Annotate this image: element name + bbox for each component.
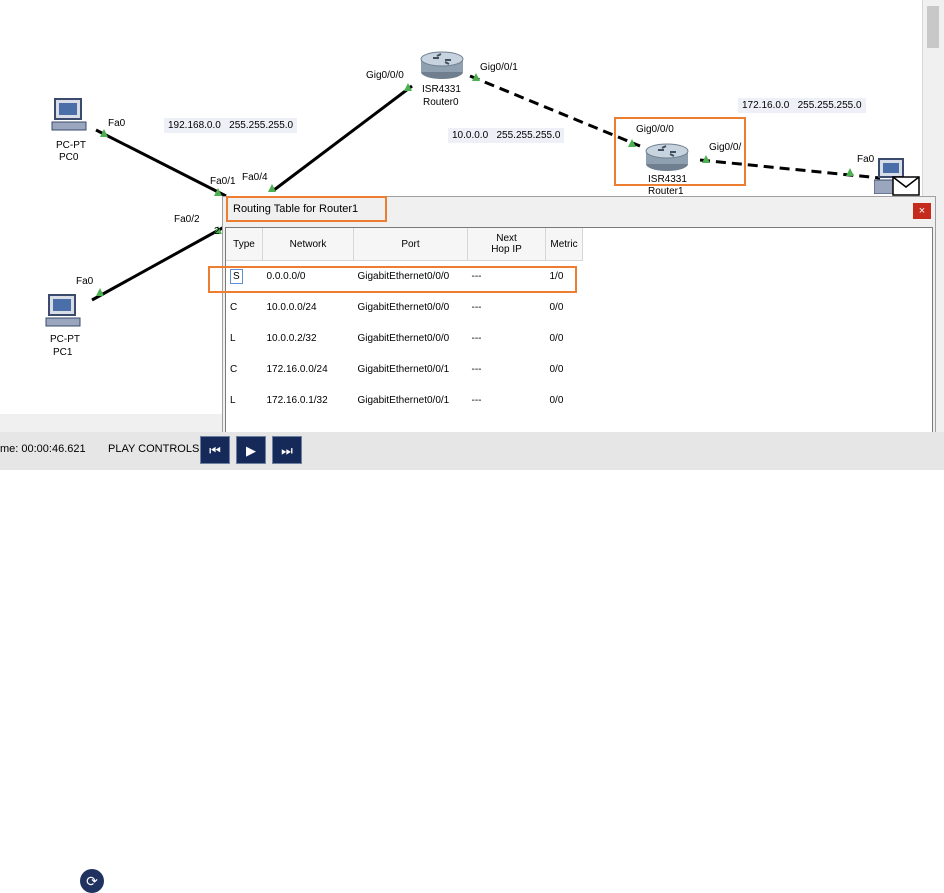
- column-header-metric[interactable]: Metric: [545, 228, 583, 261]
- pc0-model: PC-PT: [56, 140, 86, 151]
- forward-button[interactable]: ⏭: [272, 436, 302, 464]
- cell-port: GigabitEthernet0/0/1: [357, 364, 450, 375]
- default-route-highlight-box: [208, 266, 577, 293]
- close-icon[interactable]: ×: [913, 203, 931, 219]
- column-header-type[interactable]: Type: [226, 228, 263, 261]
- routing-table: Type Network Port Next Hop IP Metric S 0.…: [226, 228, 583, 416]
- link-pc0-switch: [95, 128, 227, 198]
- router0-name: Router0: [423, 97, 459, 108]
- cell-next-hop: ---: [471, 333, 482, 344]
- column-header-next-hop[interactable]: Next Hop IP: [467, 228, 546, 261]
- cell-next-hop: ---: [471, 395, 482, 406]
- cell-port: GigabitEthernet0/0/1: [357, 395, 450, 406]
- pc0-name: PC0: [59, 152, 79, 163]
- cell-network: 172.16.0.1/32: [266, 395, 328, 406]
- pc1-model: PC-PT: [50, 334, 80, 345]
- cell-next-hop: ---: [471, 364, 482, 375]
- pc1-icon[interactable]: [44, 294, 84, 330]
- switch-fa0-4-label: Fa0/4: [242, 172, 268, 183]
- column-header-network[interactable]: Network: [262, 228, 354, 261]
- cell-type: L: [230, 333, 236, 344]
- reset-simulation-button[interactable]: ⟳: [80, 869, 104, 893]
- cell-port: GigabitEthernet0/0/0: [357, 333, 450, 344]
- cell-type: L: [230, 395, 236, 406]
- cell-network: 10.0.0.2/32: [266, 333, 317, 344]
- cell-next-hop: ---: [471, 302, 482, 313]
- pc2-fa0-label: Fa0: [857, 154, 875, 165]
- pc1-fa0-label: Fa0: [76, 276, 94, 287]
- cell-port: GigabitEthernet0/0/0: [357, 302, 450, 313]
- cell-metric: 0/0: [549, 395, 564, 406]
- link-light: [96, 288, 104, 296]
- status-bar: me: 00:00:46.621 ⟳ PLAY CONTROLS:: [0, 432, 944, 893]
- router0-model: ISR4331: [422, 84, 461, 95]
- router0-gig001-label: Gig0/0/1: [480, 62, 518, 73]
- link-light: [846, 168, 854, 176]
- pc0-icon[interactable]: [50, 98, 90, 134]
- cell-metric: 0/0: [549, 364, 564, 375]
- scrollbar-thumb[interactable]: [927, 6, 939, 48]
- link-pc1-switch: [91, 224, 227, 302]
- network-label-172: 172.16.0.0 255.255.255.0: [738, 98, 866, 113]
- routing-table-body: Type Network Port Next Hop IP Metric S 0.…: [225, 227, 933, 443]
- link-switch-router0: [273, 84, 413, 192]
- network-label-10: 10.0.0.0 255.255.255.0: [448, 128, 565, 143]
- routing-table-window[interactable]: Routing Table for Router1 × Type Network…: [222, 196, 936, 446]
- cell-type: C: [230, 302, 238, 313]
- table-row[interactable]: L 10.0.0.2/32 GigabitEthernet0/0/0 --- 0…: [226, 323, 583, 354]
- pc0-fa0-label: Fa0: [108, 118, 126, 129]
- switch-fa0-1-label: Fa0/1: [210, 176, 236, 187]
- envelope-icon[interactable]: [892, 176, 920, 196]
- simulation-time: me: 00:00:46.621: [0, 443, 86, 455]
- table-row[interactable]: L 172.16.0.1/32 GigabitEthernet0/0/1 ---…: [226, 385, 583, 416]
- router1-highlight-box: [614, 117, 746, 186]
- network-label-192: 192.168.0.0 255.255.255.0: [164, 118, 298, 133]
- router0-icon[interactable]: [419, 50, 465, 80]
- pc1-name: PC1: [53, 347, 73, 358]
- play-button[interactable]: ▶: [236, 436, 266, 464]
- play-controls-label: PLAY CONTROLS:: [108, 443, 203, 455]
- title-highlight-box: [226, 196, 387, 222]
- cell-metric: 0/0: [549, 333, 564, 344]
- table-row[interactable]: C 172.16.0.0/24 GigabitEthernet0/0/1 ---…: [226, 354, 583, 385]
- cell-type: C: [230, 364, 238, 375]
- cell-network: 10.0.0.0/24: [266, 302, 317, 313]
- cell-metric: 0/0: [549, 302, 564, 313]
- back-button[interactable]: ⏮: [200, 436, 230, 464]
- switch-fa0-2-label: Fa0/2: [174, 214, 200, 225]
- router0-gig000-label: Gig0/0/0: [366, 70, 404, 81]
- column-header-port[interactable]: Port: [353, 228, 468, 261]
- table-row[interactable]: C 10.0.0.0/24 GigabitEthernet0/0/0 --- 0…: [226, 292, 583, 323]
- switch-partial-label: 2: [214, 226, 220, 237]
- router1-name: Router1: [648, 186, 684, 194]
- cell-network: 172.16.0.0/24: [266, 364, 328, 375]
